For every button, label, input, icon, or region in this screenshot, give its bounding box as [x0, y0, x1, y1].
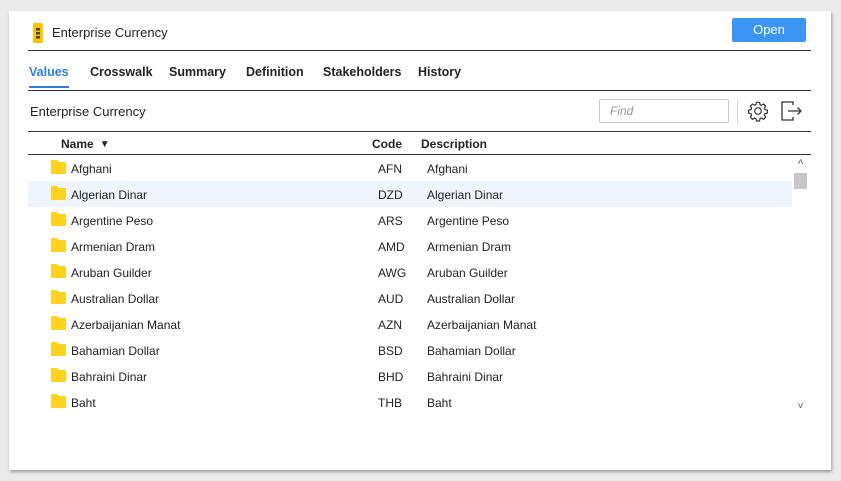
- column-name-label: Name: [61, 137, 94, 151]
- row-description: Australian Dollar: [427, 292, 516, 306]
- list-scrollbar[interactable]: ˄ ˅: [793, 155, 808, 417]
- table-row[interactable]: Algerian Dinar DZD Algerian Dinar: [28, 181, 792, 207]
- row-code: DZD: [378, 188, 403, 202]
- toolbar-separator: [737, 100, 738, 124]
- table-row[interactable]: Argentine Peso ARS Argentine Peso: [28, 207, 792, 233]
- row-code: ARS: [378, 214, 403, 228]
- row-name: Aruban Guilder: [71, 266, 152, 280]
- tab-values[interactable]: Values: [29, 65, 69, 91]
- currency-list: Afghani AFN Afghani Algerian Dinar DZD A…: [28, 155, 792, 415]
- folder-icon: [51, 342, 66, 356]
- row-name: Azerbaijanian Manat: [71, 318, 181, 332]
- table-header: Name ▼ Code Description: [28, 132, 811, 155]
- scroll-up-icon[interactable]: ˄: [793, 157, 808, 168]
- row-description: Baht: [427, 396, 452, 410]
- sort-descending-icon: ▼: [99, 139, 110, 150]
- folder-icon: [51, 316, 66, 330]
- table-row[interactable]: Bahraini Dinar BHD Bahraini Dinar: [28, 363, 792, 389]
- folder-icon: [51, 160, 66, 174]
- row-name: Afghani: [71, 162, 112, 176]
- folder-icon: [51, 290, 66, 304]
- tabs-divider: [28, 90, 811, 91]
- row-name: Bahraini Dinar: [71, 370, 148, 384]
- tab-stakeholders[interactable]: Stakeholders: [323, 65, 402, 91]
- folder-icon: [51, 186, 66, 200]
- table-row[interactable]: Bahamian Dollar BSD Bahamian Dollar: [28, 337, 792, 363]
- tab-crosswalk[interactable]: Crosswalk: [90, 65, 153, 91]
- table-row[interactable]: Afghani AFN Afghani: [28, 155, 792, 181]
- folder-icon: [51, 212, 66, 226]
- open-button[interactable]: Open: [732, 18, 806, 42]
- row-code: AMD: [378, 240, 405, 254]
- window-title: Enterprise Currency: [52, 25, 168, 40]
- folder-icon: [51, 368, 66, 382]
- row-description: Argentine Peso: [427, 214, 510, 228]
- enterprise-currency-panel: Enterprise Currency Open Values Crosswal…: [9, 11, 831, 470]
- row-name: Baht: [71, 396, 96, 410]
- export-icon[interactable]: [779, 99, 803, 123]
- column-header-code[interactable]: Code: [372, 137, 402, 151]
- find-input[interactable]: [599, 99, 729, 123]
- title-divider: [28, 50, 811, 51]
- section-title: Enterprise Currency: [30, 104, 146, 119]
- column-header-description[interactable]: Description: [421, 137, 487, 151]
- folder-icon: [51, 264, 66, 278]
- row-code: AWG: [378, 266, 407, 280]
- row-description: Afghani: [427, 162, 468, 176]
- tab-definition[interactable]: Definition: [246, 65, 304, 91]
- folder-icon: [51, 394, 66, 408]
- row-code: THB: [378, 396, 402, 410]
- row-description: Bahraini Dinar: [427, 370, 504, 384]
- row-name: Algerian Dinar: [71, 188, 148, 202]
- row-name: Bahamian Dollar: [71, 344, 160, 358]
- table-row[interactable]: Aruban Guilder AWG Aruban Guilder: [28, 259, 792, 285]
- row-code: BSD: [378, 344, 403, 358]
- table-row[interactable]: Azerbaijanian Manat AZN Azerbaijanian Ma…: [28, 311, 792, 337]
- row-name: Argentine Peso: [71, 214, 154, 228]
- row-description: Armenian Dram: [427, 240, 512, 254]
- row-name: Australian Dollar: [71, 292, 160, 306]
- table-row[interactable]: Australian Dollar AUD Australian Dollar: [28, 285, 792, 311]
- row-code: AFN: [378, 162, 402, 176]
- row-code: BHD: [378, 370, 404, 384]
- scroll-down-icon[interactable]: ˅: [793, 401, 808, 412]
- folder-icon: [51, 238, 66, 252]
- currency-app-icon: [33, 23, 43, 43]
- row-description: Aruban Guilder: [427, 266, 508, 280]
- row-name: Armenian Dram: [71, 240, 156, 254]
- scroll-thumb[interactable]: [794, 173, 807, 189]
- row-code: AZN: [378, 318, 402, 332]
- column-header-name[interactable]: Name ▼: [61, 137, 110, 151]
- table-row[interactable]: Baht THB Baht: [28, 389, 792, 415]
- tab-summary[interactable]: Summary: [169, 65, 226, 91]
- tab-history[interactable]: History: [418, 65, 461, 91]
- gear-icon[interactable]: [747, 100, 769, 122]
- row-description: Algerian Dinar: [427, 188, 504, 202]
- table-row[interactable]: Armenian Dram AMD Armenian Dram: [28, 233, 792, 259]
- row-description: Bahamian Dollar: [427, 344, 516, 358]
- row-description: Azerbaijanian Manat: [427, 318, 537, 332]
- row-code: AUD: [378, 292, 404, 306]
